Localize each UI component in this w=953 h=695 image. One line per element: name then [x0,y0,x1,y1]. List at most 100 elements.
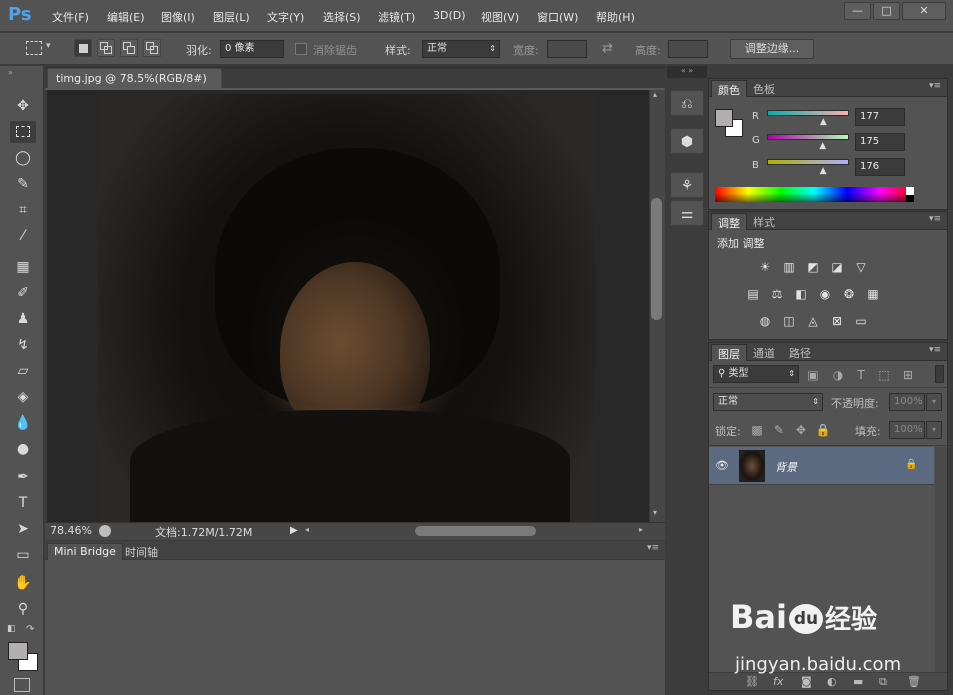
black-white-icon[interactable]: ◧ [793,287,809,301]
status-info-icon[interactable] [99,525,111,537]
paint-bucket-icon[interactable]: ◈ [10,386,36,408]
lock-pixels-icon[interactable]: ✎ [771,423,787,437]
menu-select[interactable]: 选择(S) [323,9,361,25]
scroll-right-icon[interactable]: ▸ [639,525,643,534]
menu-help[interactable]: 帮助(H) [596,9,635,25]
new-adjustment-icon[interactable]: ◐ [827,675,837,688]
tab-styles[interactable]: 样式 [747,213,781,230]
history-brush-icon[interactable]: ↯ [10,334,36,356]
levels-icon[interactable]: ▥ [781,260,797,274]
style-select[interactable]: 正常 ⇕ [422,40,500,58]
b-value-input[interactable]: 176 [855,158,905,176]
default-colors-icon[interactable]: ◧ [7,624,16,634]
curves-icon[interactable]: ◩ [805,260,821,274]
menu-3d[interactable]: 3D(D) [433,9,466,22]
intersect-selection-button[interactable] [143,39,161,57]
vertical-scroll-thumb[interactable] [651,198,662,320]
marquee-preset-icon[interactable] [26,41,42,55]
preset-chevron-down-icon[interactable]: ▾ [46,41,51,51]
menu-file[interactable]: 文件(F) [52,9,89,25]
fill-input[interactable]: 100% [889,421,925,439]
minimize-button[interactable]: — [844,2,871,20]
history-panel-icon[interactable]: ⎌ [670,90,704,116]
r-slider-thumb[interactable]: ▲ [820,117,827,127]
threshold-icon[interactable]: ◬ [805,314,821,328]
hand-icon[interactable]: ✋ [10,572,36,594]
subtract-selection-button[interactable] [120,39,138,57]
g-slider-track[interactable] [767,134,849,140]
layers-scrollbar[interactable] [935,447,947,672]
new-group-icon[interactable]: ▬ [853,675,863,688]
g-value-input[interactable]: 175 [855,133,905,151]
horizontal-scroll-thumb[interactable] [415,526,536,536]
color-spectrum-bar[interactable] [715,187,913,202]
b-slider-track[interactable] [767,159,849,165]
scroll-up-icon[interactable]: ▴ [653,90,657,99]
tab-layers[interactable]: 图层 [711,344,747,361]
delete-layer-icon[interactable]: 🗑 [907,675,921,688]
panel-menu-icon[interactable]: ▾≡ [929,214,941,224]
menu-view[interactable]: 视图(V) [481,9,519,25]
color-lookup-icon[interactable]: ▦ [865,287,881,301]
lock-transparent-icon[interactable]: ▩ [749,423,765,437]
status-menu-arrow-icon[interactable]: ▶ [290,525,298,536]
gradient-map-icon[interactable]: ▭ [853,314,869,328]
hue-saturation-icon[interactable]: ▤ [745,287,761,301]
tab-paths[interactable]: 路径 [783,344,817,361]
filter-pixel-icon[interactable]: ▣ [805,368,821,382]
properties-panel-icon[interactable]: ⚌ [670,200,704,226]
spectrum-black-swatch[interactable] [906,195,914,202]
selective-color-icon[interactable]: ⊠ [829,314,845,328]
eye-visibility-icon[interactable]: 👁 [715,459,729,472]
filter-smart-object-icon[interactable]: ⊞ [900,368,916,382]
width-input[interactable] [547,40,587,58]
brightness-contrast-icon[interactable]: ☀ [757,260,773,274]
menu-image[interactable]: 图像(I) [161,9,195,25]
blur-icon[interactable]: 💧 [10,412,36,434]
channel-mixer-icon[interactable]: ❂ [841,287,857,301]
move-tool-icon[interactable]: ✥ [10,95,36,117]
maximize-button[interactable]: □ [873,2,900,20]
g-slider-thumb[interactable]: ▲ [819,141,826,151]
foreground-color-swatch[interactable] [8,642,28,660]
opacity-input[interactable]: 100% [889,393,925,411]
type-tool-icon[interactable]: T [10,492,36,514]
opacity-chevron-down-icon[interactable]: ▾ [926,393,942,411]
vibrance-icon[interactable]: ▽ [853,260,869,274]
healing-brush-icon[interactable]: ▦ [10,256,36,278]
filter-type-icon[interactable]: T [853,368,869,382]
menu-layer[interactable]: 图层(L) [213,9,250,25]
swap-arrows-icon[interactable]: ⇄ [602,41,613,56]
menu-window[interactable]: 窗口(W) [537,9,578,25]
eyedropper-icon[interactable]: ⁄ [10,225,36,247]
filter-adjustment-icon[interactable]: ◑ [830,368,846,382]
swap-colors-icon[interactable]: ↷ [26,624,34,635]
layer-style-fx-icon[interactable]: fx [773,675,783,688]
close-button[interactable]: ✕ [902,2,946,20]
quick-selection-icon[interactable]: ✎ [10,173,36,195]
path-selection-icon[interactable]: ➤ [10,518,36,540]
brush-presets-icon[interactable]: ⚘ [670,172,704,198]
tab-mini-bridge[interactable]: Mini Bridge [47,543,123,560]
antialias-checkbox[interactable] [295,43,307,55]
filter-shape-icon[interactable]: ⬚ [876,368,892,382]
menu-filter[interactable]: 滤镜(T) [378,9,415,25]
layer-name[interactable]: 背景 [775,459,797,475]
clone-stamp-icon[interactable]: ♟ [10,308,36,330]
b-slider-thumb[interactable]: ▲ [820,166,827,176]
new-layer-icon[interactable]: ⧉ [879,675,887,689]
blend-mode-select[interactable]: 正常 ⇕ [713,393,823,411]
photo-filter-icon[interactable]: ◉ [817,287,833,301]
height-input[interactable] [668,40,708,58]
exposure-icon[interactable]: ◪ [829,260,845,274]
tab-timeline[interactable]: 时间轴 [119,543,164,560]
zoom-readout[interactable]: 78.46% [50,524,92,537]
link-layers-icon[interactable]: ⛓ [745,675,759,688]
tab-channels[interactable]: 通道 [747,344,781,361]
r-value-input[interactable]: 177 [855,108,905,126]
tab-adjustments[interactable]: 调整 [711,213,747,230]
document-tab[interactable]: timg.jpg @ 78.5%(RGB/8#) × [47,68,222,98]
panel-menu-icon[interactable]: ▾≡ [929,345,941,355]
eraser-icon[interactable]: ▱ [10,360,36,382]
zoom-icon[interactable]: ⚲ [10,598,36,620]
